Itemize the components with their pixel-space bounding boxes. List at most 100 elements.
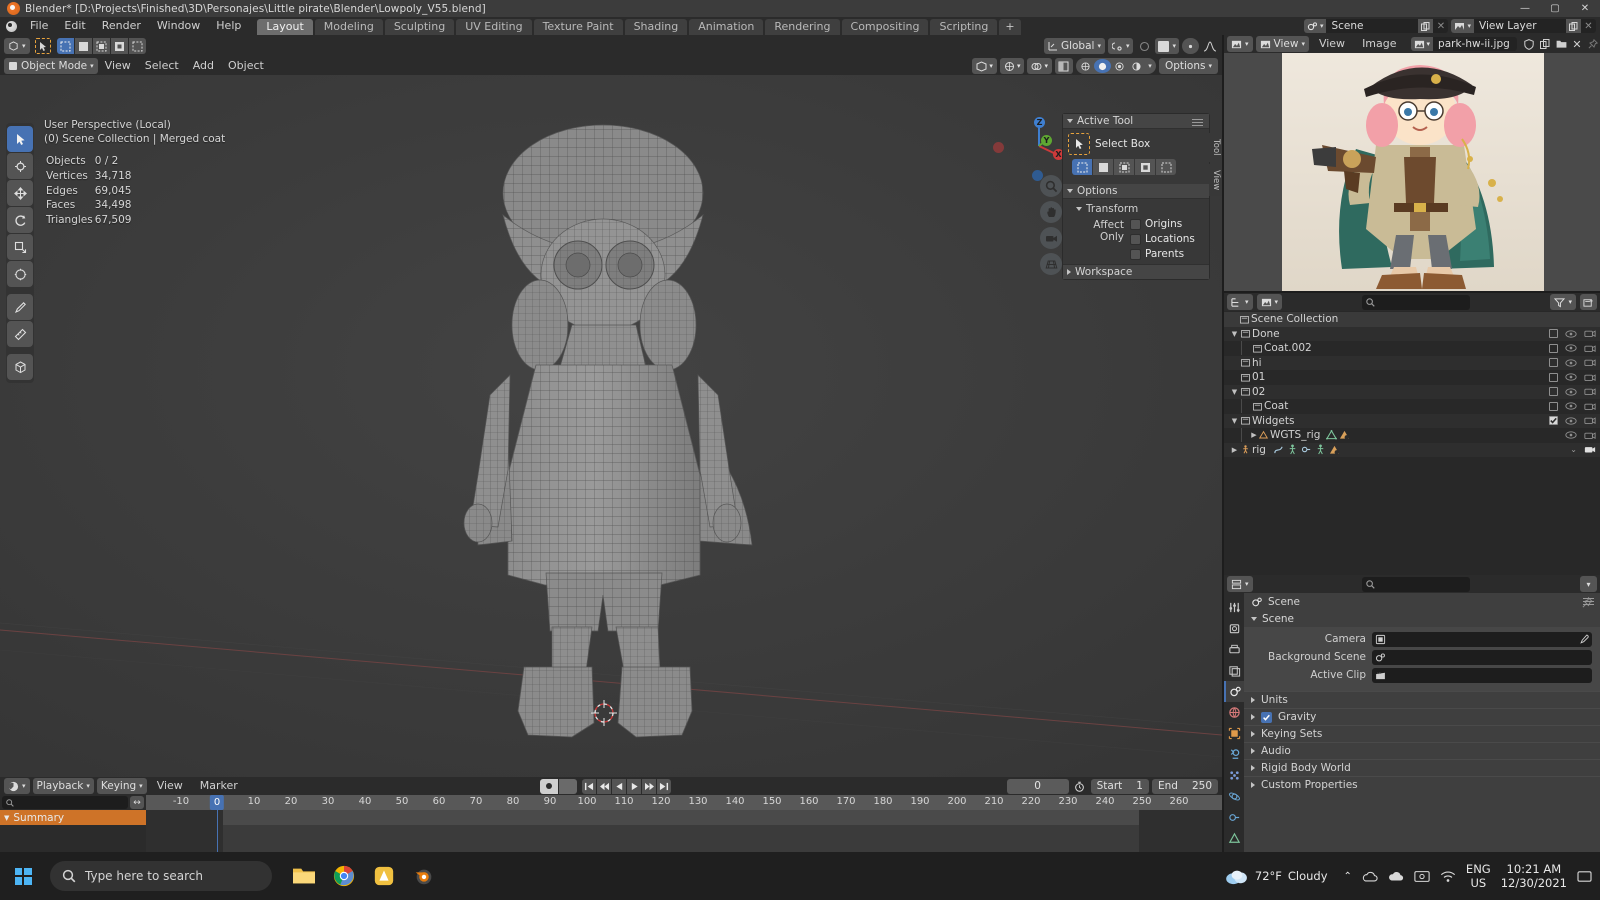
screen-icon[interactable] [1414, 870, 1430, 883]
locations-checkbox[interactable] [1130, 233, 1141, 245]
affect-only-parents-row[interactable]: Parents [1130, 248, 1195, 260]
affect-only-origins-row[interactable]: Origins [1130, 218, 1195, 230]
background-scene-input[interactable] [1372, 649, 1592, 665]
npanel-tab-view[interactable]: View [1209, 163, 1222, 196]
expand-triangle-icon[interactable]: ▼ [4, 814, 9, 822]
image-editor-menu-image[interactable]: Image [1355, 36, 1403, 52]
taskbar-clock[interactable]: 10:21 AM 12/30/2021 [1501, 862, 1567, 890]
channel-summary-row[interactable]: ▼ Summary [0, 810, 146, 825]
mesh-data-icon[interactable] [1326, 430, 1338, 440]
eyedropper-icon[interactable] [1578, 634, 1589, 645]
unlink-scene-icon[interactable]: ✕ [1433, 19, 1448, 33]
viewport-gizmo-toggle[interactable]: ▾ [999, 58, 1025, 74]
duplicate-icon[interactable] [1538, 37, 1552, 51]
image-selector[interactable]: ▾ park-hw-ii.jpg [1410, 37, 1517, 51]
outliner-row[interactable]: 01 [1224, 370, 1600, 385]
play-icon[interactable] [627, 778, 641, 794]
camera-icon-filled[interactable] [1584, 445, 1596, 454]
viewport-options-button[interactable]: Options ▾ [1158, 58, 1218, 74]
exclude-checkbox[interactable] [1549, 358, 1558, 368]
outliner-row[interactable]: ▼ Widgets [1224, 413, 1600, 428]
npanel-workspace-header[interactable]: Workspace [1063, 119, 1209, 279]
properties-panel-audio[interactable]: Audio [1244, 598, 1600, 759]
folder-icon[interactable] [1554, 37, 1568, 51]
exclude-checkbox[interactable] [1549, 372, 1558, 382]
eye-icon[interactable] [1565, 431, 1577, 439]
properties-tab-view-layer[interactable] [1224, 660, 1244, 681]
shading-solid-icon[interactable] [1093, 59, 1111, 73]
exclude-checkbox-checked[interactable] [1549, 416, 1558, 426]
tool-add-cube[interactable] [7, 354, 33, 380]
field-camera[interactable]: Camera [1252, 631, 1592, 647]
timeline-menu-view[interactable]: View [150, 778, 190, 794]
menu-file[interactable]: File [22, 17, 56, 35]
timeline-ruler[interactable]: -10 0 10 20 30 40 50 60 70 80 90 100 110… [146, 795, 1222, 810]
tool-cursor[interactable] [7, 153, 33, 179]
expand-triangle-icon[interactable]: ▼ [1228, 330, 1241, 338]
exclude-checkbox[interactable] [1549, 401, 1558, 411]
outliner-row[interactable]: ▼ 02 [1224, 384, 1600, 399]
camera-icon[interactable] [1584, 344, 1596, 353]
workspace-tab-shading[interactable]: Shading [624, 19, 688, 35]
outliner-row[interactable]: ▶ rig ⌄ [1224, 442, 1600, 457]
workspace-tab-animation[interactable]: Animation [689, 19, 764, 35]
outliner-row[interactable]: Coat.002 [1224, 341, 1600, 356]
camera-icon[interactable] [1584, 373, 1596, 382]
animation-data-icon[interactable] [1273, 445, 1284, 455]
modifier-data-icon-2[interactable] [1329, 445, 1340, 455]
proportional-editing-icon[interactable] [1136, 38, 1152, 54]
expand-channels-icon[interactable]: ↔ [130, 796, 144, 809]
expand-triangle-icon[interactable]: ▶ [1249, 431, 1259, 439]
camera-icon[interactable] [1584, 402, 1596, 411]
shield-icon[interactable] [1522, 37, 1536, 51]
workspace-tab-scripting[interactable]: Scripting [930, 19, 998, 35]
timeline-playback-menu[interactable]: Playback ▾ [32, 778, 94, 794]
select-intersect-icon[interactable] [128, 38, 146, 54]
chevron-down-icon-props[interactable]: ▾ [1580, 576, 1597, 592]
next-keyframe-icon[interactable] [642, 778, 656, 794]
new-view-layer-button[interactable] [1566, 19, 1581, 33]
properties-editor-type-icon[interactable]: ▾ [1227, 576, 1253, 592]
xray-toggle-icon[interactable] [1054, 58, 1073, 74]
exclude-checkbox[interactable] [1549, 343, 1558, 353]
outliner-search-input[interactable] [1362, 294, 1471, 310]
image-editor-canvas[interactable] [1224, 53, 1600, 291]
select-new-icon[interactable] [56, 38, 74, 54]
viewport-canvas[interactable]: User Perspective (Local) (0) Scene Colle… [0, 75, 1222, 777]
workspace-tab-rendering[interactable]: Rendering [765, 19, 840, 35]
shading-wireframe-icon[interactable] [1077, 59, 1094, 73]
eye-icon[interactable] [1565, 373, 1577, 381]
eye-icon[interactable] [1565, 344, 1577, 352]
properties-tab-modifier[interactable] [1224, 744, 1244, 765]
workspace-tab-uv-editing[interactable]: UV Editing [456, 19, 532, 35]
gizmo-axis-z[interactable]: Z [1034, 117, 1045, 128]
chrome-icon[interactable] [324, 852, 364, 900]
record-icon[interactable] [540, 778, 558, 794]
image-editor-type-selector[interactable]: ▾ [1227, 36, 1253, 52]
npanel-options-header[interactable]: Options [1063, 119, 1209, 199]
npanel-active-tool-header[interactable]: Active Tool [1063, 114, 1209, 129]
outliner-row[interactable]: ▶ WGTS_rig [1224, 428, 1600, 443]
start-button[interactable] [0, 852, 46, 900]
pin-icon[interactable] [1586, 37, 1600, 51]
jump-start-icon[interactable] [582, 778, 596, 794]
shading-dropdown-icon[interactable]: ▾ [1145, 59, 1155, 73]
menu-render[interactable]: Render [94, 17, 149, 35]
camera-view-icon[interactable] [1040, 227, 1062, 249]
current-frame-field[interactable]: 0 [1006, 778, 1069, 794]
onedrive-icon[interactable] [1362, 870, 1378, 883]
outliner-display-mode-icon[interactable]: ▾ [1227, 294, 1253, 310]
expand-triangle-icon[interactable]: ▼ [1228, 417, 1241, 425]
viewport-3d[interactable]: ▾ Global ▾ ▾ ▾ Object Mode ▾ View Select… [0, 35, 1222, 777]
language-indicator[interactable]: ENG US [1466, 862, 1491, 890]
image-editor-mode-selector[interactable]: View ▾ [1255, 36, 1309, 52]
play-reverse-icon[interactable] [612, 778, 626, 794]
field-active-clip[interactable]: Active Clip [1252, 667, 1592, 683]
properties-tab-object[interactable] [1224, 723, 1244, 744]
remove-view-layer-icon[interactable]: ✕ [1581, 19, 1596, 33]
properties-panel-rigid-body-world[interactable]: Rigid Body World [1244, 598, 1600, 776]
transform-orientation-selector[interactable]: Global ▾ [1043, 38, 1105, 54]
outliner-row[interactable]: ▼ Done [1224, 326, 1600, 341]
select-set-icon[interactable] [1072, 159, 1092, 175]
active-tool-display[interactable]: Select Box [1068, 133, 1204, 155]
